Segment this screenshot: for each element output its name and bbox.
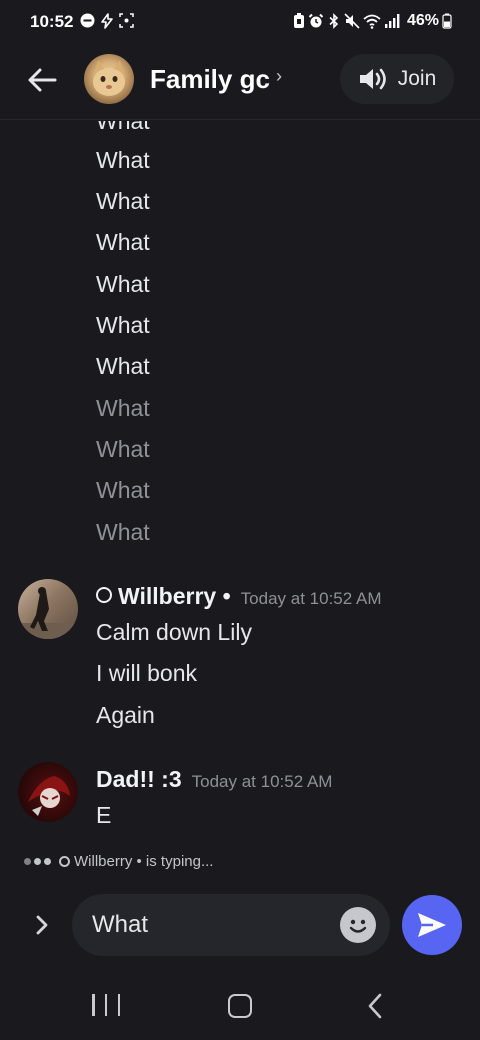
bluetooth-icon	[329, 13, 339, 29]
battery-percentage: 46%	[406, 12, 439, 29]
emoji-button[interactable]	[340, 907, 376, 943]
message-line[interactable]: What	[96, 352, 150, 380]
speaker-icon	[359, 68, 386, 90]
status-ring-icon	[59, 856, 70, 867]
status-ring-icon	[96, 587, 112, 603]
bolt-icon	[101, 13, 113, 29]
message-list[interactable]: What What What What What What What What …	[0, 121, 480, 891]
message-line[interactable]: I will bonk	[96, 659, 197, 687]
message-line-pending[interactable]: What	[96, 435, 150, 463]
author-name[interactable]: Willberry •	[96, 583, 231, 610]
recent-apps-button[interactable]	[92, 994, 120, 1018]
paper-plane-icon	[418, 913, 446, 937]
message-line[interactable]: What	[96, 270, 150, 298]
message-input[interactable]	[92, 908, 322, 942]
avatar-dad[interactable]	[18, 762, 78, 822]
status-system-icons: 46%	[293, 12, 452, 30]
message-line[interactable]: What	[96, 146, 150, 174]
battery-saver-icon	[293, 13, 304, 28]
message-line[interactable]: What	[96, 228, 150, 256]
message-header-dad: Dad!! :3 Today at 10:52 AM	[96, 766, 332, 793]
status-time: 10:52	[30, 12, 74, 31]
chevron-right-icon: ›	[275, 66, 282, 86]
user-art-icon	[28, 776, 70, 816]
system-back-button[interactable]	[362, 992, 388, 1020]
avatar-willberry[interactable]	[18, 579, 78, 639]
message-line-pending[interactable]: What	[96, 518, 150, 546]
status-notification-icons	[80, 13, 134, 29]
battery-icon	[442, 13, 452, 29]
send-button[interactable]	[402, 895, 462, 955]
alarm-icon	[308, 13, 324, 28]
group-title-button[interactable]: Family gc ›	[150, 64, 282, 95]
message-line[interactable]: Calm down Lily	[96, 618, 252, 646]
signal-icon	[384, 14, 400, 28]
message-line-pending[interactable]: What	[96, 476, 150, 504]
typing-dots-icon	[24, 858, 51, 865]
mute-icon	[344, 13, 360, 29]
screenshot-icon	[119, 13, 134, 28]
cat-photo-icon	[93, 60, 125, 96]
message-line[interactable]: E	[96, 801, 111, 829]
expand-actions-button[interactable]	[26, 908, 58, 942]
message-timestamp: Today at 10:52 AM	[191, 772, 333, 791]
message-header-willberry: Willberry • Today at 10:52 AM	[96, 583, 382, 610]
group-avatar[interactable]	[84, 54, 134, 104]
wifi-icon	[363, 14, 381, 29]
user-photo-icon	[18, 587, 78, 639]
back-button[interactable]	[24, 62, 60, 98]
message-line[interactable]: What	[96, 121, 150, 135]
chevron-right-icon	[36, 915, 48, 935]
join-voice-button[interactable]: Join	[340, 54, 454, 104]
message-line[interactable]: What	[96, 311, 150, 339]
message-line-pending[interactable]: What	[96, 394, 150, 422]
channel-header: Family gc › Join	[0, 44, 480, 120]
dnd-icon	[80, 13, 95, 28]
arrow-left-icon	[28, 68, 57, 92]
home-button[interactable]	[228, 994, 252, 1018]
chevron-left-icon	[368, 993, 382, 1019]
status-bar: 10:52 46%	[0, 0, 480, 44]
typing-text: Willberry • is typing...	[59, 853, 213, 870]
message-composer[interactable]	[72, 894, 390, 956]
group-title: Family gc	[150, 64, 270, 94]
author-name[interactable]: Dad!! :3	[96, 766, 182, 793]
message-timestamp: Today at 10:52 AM	[240, 589, 382, 608]
message-line[interactable]: What	[96, 187, 150, 215]
join-label: Join	[397, 67, 437, 90]
typing-indicator: Willberry • is typing...	[24, 853, 213, 870]
message-line[interactable]: Again	[96, 701, 155, 729]
system-nav-bar	[0, 970, 480, 1040]
smiley-icon	[349, 919, 367, 933]
